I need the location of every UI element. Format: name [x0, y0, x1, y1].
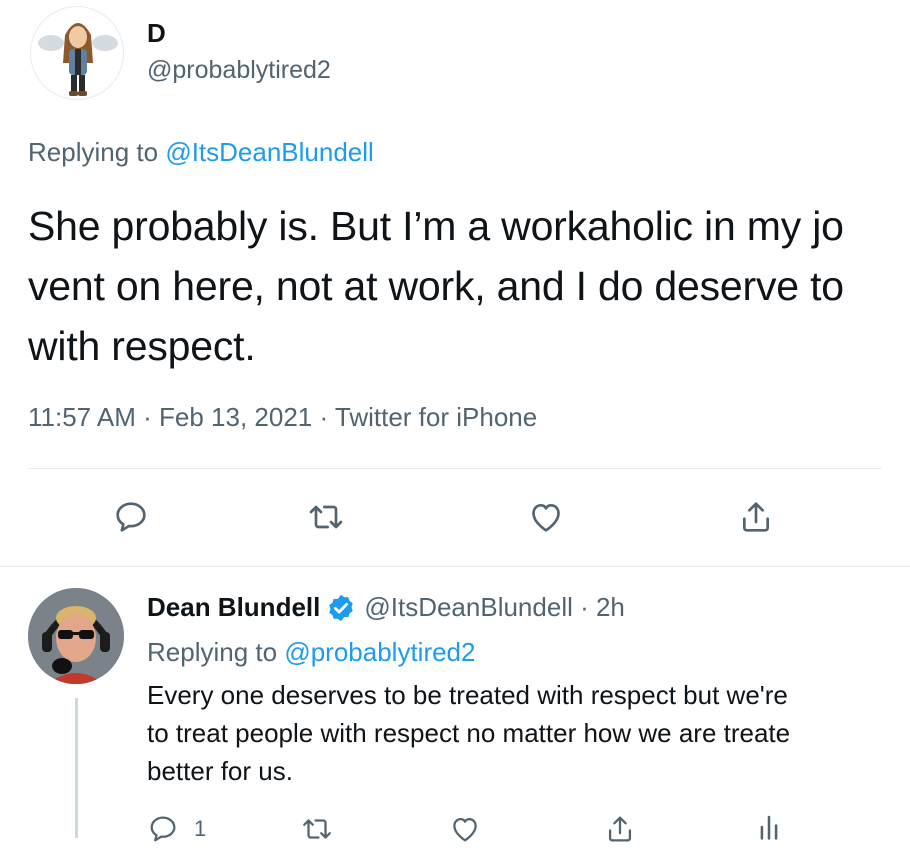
display-name[interactable]: D [147, 18, 166, 49]
avatar[interactable] [28, 588, 124, 684]
avatar[interactable] [30, 6, 124, 100]
reply-icon [150, 816, 176, 842]
user-handle[interactable]: @probablytired2 [147, 56, 331, 85]
reply-header: Dean Blundell @ItsDeanBlundell · 2h [147, 592, 625, 623]
like-button[interactable] [448, 812, 482, 851]
retweet-button[interactable] [300, 812, 334, 851]
tweet-text: She probably is. But I’m a workaholic in… [28, 196, 844, 376]
replying-to: Replying to @probablytired2 [147, 637, 475, 668]
reply-text-line: Every one deserves to be treated with re… [147, 680, 788, 710]
tweet-text-line: vent on here, not at work, and I do dese… [28, 263, 844, 309]
replying-to-link[interactable]: @ItsDeanBlundell [165, 137, 374, 167]
share-icon [608, 816, 632, 842]
reply-text: Every one deserves to be treated with re… [147, 676, 790, 790]
like-icon [532, 504, 560, 532]
reply-button[interactable] [111, 497, 151, 537]
analytics-button[interactable] [752, 810, 786, 849]
analytics-icon [760, 815, 778, 840]
like-button[interactable] [526, 497, 566, 537]
share-icon [743, 502, 769, 532]
reply-text-line: better for us. [147, 756, 293, 786]
like-icon [453, 817, 477, 842]
replying-to-link[interactable]: @probablytired2 [284, 637, 475, 667]
display-name[interactable]: Dean Blundell [147, 592, 320, 623]
reply-icon [116, 502, 146, 532]
tweet-text-line: with respect. [28, 323, 256, 369]
thread-line [75, 698, 78, 838]
reply-button[interactable]: 1 [146, 812, 206, 846]
retweet-button[interactable] [306, 497, 346, 537]
divider [0, 566, 910, 567]
divider [28, 468, 882, 469]
reply-text-line: to treat people with respect no matter h… [147, 718, 791, 748]
tweet-timestamp[interactable]: 11:57 AM · Feb 13, 2021 · Twitter for iP… [28, 402, 537, 433]
replying-prefix: Replying to [147, 637, 278, 667]
tweet-text-line: She probably is. But I’m a workaholic in… [28, 203, 844, 249]
share-button[interactable] [736, 497, 776, 537]
replying-prefix: Replying to [28, 137, 159, 167]
retweet-icon [309, 505, 343, 529]
reply-count: 1 [194, 816, 207, 841]
share-button[interactable] [603, 812, 637, 851]
replying-to: Replying to @ItsDeanBlundell [28, 137, 374, 168]
verified-badge-icon [329, 594, 354, 621]
user-handle[interactable]: @ItsDeanBlundell · 2h [364, 592, 625, 623]
retweet-icon [303, 819, 331, 839]
